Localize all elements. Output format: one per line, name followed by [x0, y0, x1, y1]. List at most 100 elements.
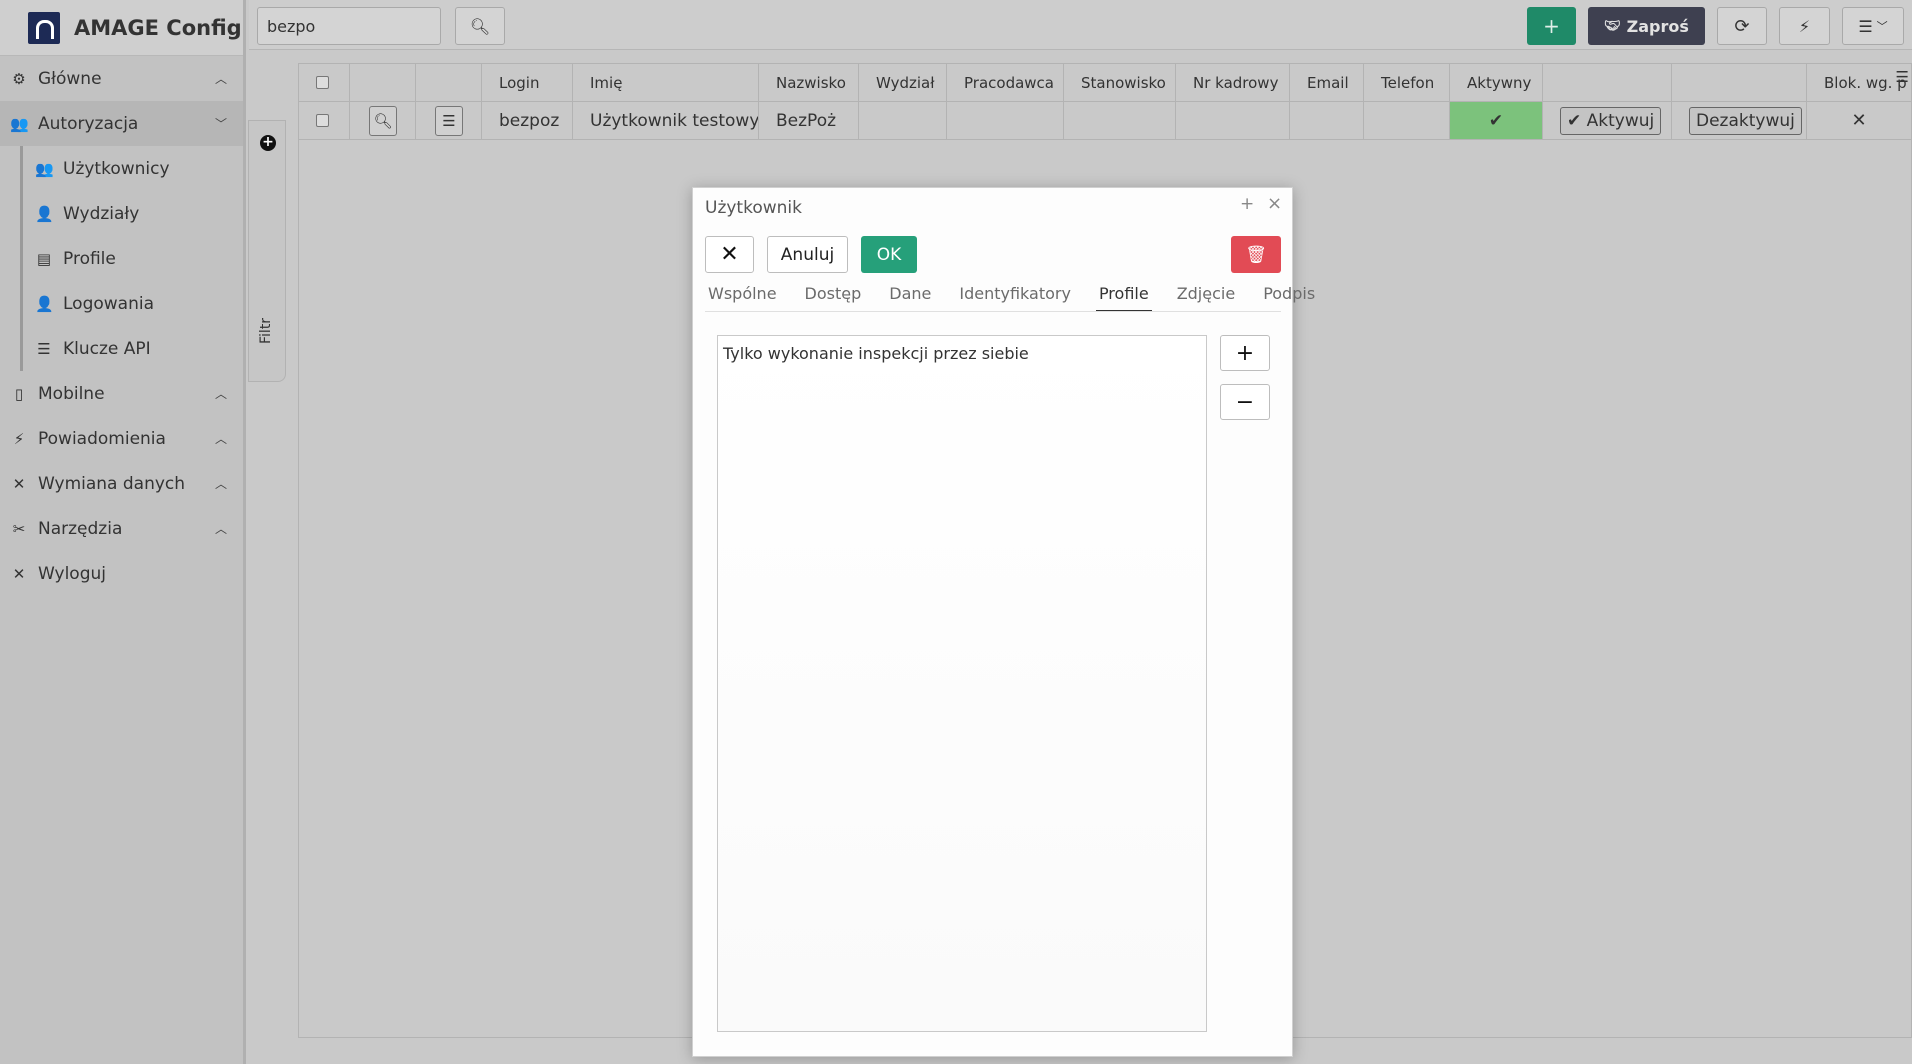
chevron-up-icon: ︿ [214, 477, 227, 491]
close-icon[interactable]: × [1267, 193, 1282, 214]
cell-aktywny: ✔ [1450, 102, 1543, 139]
header-view [350, 64, 416, 101]
maximize-icon[interactable]: + [1240, 194, 1254, 214]
sidebar-item-autoryzacja[interactable]: 👥 Autoryzacja ﹀ [0, 101, 243, 146]
remove-profile-button[interactable]: − [1220, 384, 1270, 420]
row-select-cell[interactable] [299, 102, 350, 139]
sidebar-item-label: Wyloguj [38, 563, 106, 584]
cell-nazwisko: BezPoż [759, 102, 859, 139]
mobile-icon: ▯ [14, 384, 24, 403]
tab-dane[interactable]: Dane [886, 284, 934, 312]
cancel-button[interactable]: Anuluj [767, 236, 848, 273]
cell-activate: ✔ Aktywuj [1543, 102, 1672, 139]
dialog-title: Użytkownik [705, 198, 802, 218]
header-aktywny[interactable]: Aktywny [1450, 64, 1543, 101]
delete-button[interactable]: 🗑︎ [1231, 236, 1281, 273]
hamburger-icon: ☰ [442, 111, 456, 130]
activate-button[interactable]: ✔ Aktywuj [1560, 106, 1662, 135]
gear-icon: ⚙ [12, 69, 26, 88]
id-card-icon: ▤ [36, 249, 52, 268]
list-item[interactable]: Tylko wykonanie inspekcji przez siebie [718, 336, 1206, 371]
toolbar: 🔍︎ + 🤝︎ Zaproś ⟳ ⚡︎ ☰ ﹀ [249, 0, 1912, 50]
tab-zdjecie[interactable]: Zdjęcie [1174, 284, 1239, 312]
sidebar-item-label: Powiadomienia [38, 428, 166, 449]
sidebar-item-mobilne[interactable]: ▯ Mobilne ︿ [0, 371, 243, 416]
grid-header-row: Login Imię Nazwisko Wydział Pracodawca S… [299, 64, 1911, 102]
refresh-button[interactable]: ⟳ [1717, 7, 1767, 45]
dialog-tabs: Wspólne Dostęp Dane Identyfikatory Profi… [705, 284, 1340, 312]
sidebar-item-label: Użytkownicy [63, 158, 170, 179]
sidebar-item-label: Autoryzacja [38, 113, 139, 134]
tab-identyfikatory[interactable]: Identyfikatory [956, 284, 1074, 312]
sidebar-item-narzedzia[interactable]: ✂ Narzędzia ︿ [0, 506, 243, 551]
sidebar-item-label: Logowania [63, 293, 155, 314]
sidebar-item-wymiana-danych[interactable]: ✕ Wymiana danych ︿ [0, 461, 243, 506]
filter-label[interactable]: Filtr [258, 318, 274, 344]
refresh-icon: ⟳ [1734, 15, 1750, 37]
header-deactivate [1672, 64, 1807, 101]
tab-dostep[interactable]: Dostęp [802, 284, 865, 312]
cell-deactivate: Dezaktywuj [1672, 102, 1807, 139]
invite-button[interactable]: 🤝︎ Zaproś [1588, 7, 1705, 45]
cell-login: bezpoz [482, 102, 573, 139]
bolt-icon: ⚡ [13, 429, 25, 448]
search-button[interactable]: 🔍︎ [455, 7, 505, 45]
header-login[interactable]: Login [482, 64, 573, 101]
activate-label: Aktywuj [1586, 110, 1655, 131]
add-button[interactable]: + [1527, 7, 1576, 45]
row-menu-button[interactable]: ☰ [435, 105, 463, 136]
user-dialog: Użytkownik + × ✕ Anuluj OK 🗑︎ Wspólne Do… [692, 187, 1315, 1057]
view-row-button[interactable]: 🔍︎ [369, 105, 397, 136]
header-nazwisko[interactable]: Nazwisko [759, 64, 859, 101]
deactivate-button[interactable]: Dezaktywuj [1689, 106, 1802, 135]
header-pracodawca[interactable]: Pracodawca [947, 64, 1064, 101]
header-wydzial[interactable]: Wydział [859, 64, 947, 101]
sidebar-item-uzytkownicy[interactable]: 👥 Użytkownicy [23, 146, 243, 191]
row-view-cell: 🔍︎ [350, 102, 416, 139]
header-telefon[interactable]: Telefon [1364, 64, 1450, 101]
chevron-up-icon: ︿ [214, 522, 227, 536]
tab-profile[interactable]: Profile [1095, 284, 1152, 312]
table-row[interactable]: 🔍︎ ☰ bezpoz Użytkownik testowy BezPoż ✔ … [299, 102, 1911, 140]
main-menu-button[interactable]: ☰ ﹀ [1842, 7, 1904, 45]
sidebar-item-label: Wymiana danych [38, 473, 186, 494]
search-input[interactable] [257, 7, 441, 45]
user-icon: 👤 [35, 294, 54, 313]
brand[interactable]: AMAGE Config [0, 0, 243, 56]
sidebar: AMAGE Config ⚙ Główne ︿ 👥 Autoryzacja ﹀ … [0, 0, 246, 1064]
close-button[interactable]: ✕ [705, 236, 754, 273]
add-filter-icon[interactable]: + [260, 135, 276, 151]
tab-wspolne[interactable]: Wspólne [705, 284, 780, 312]
cell-pracodawca [947, 102, 1064, 139]
select-all-cell[interactable] [299, 64, 350, 101]
sidebar-item-logowania[interactable]: 👤 Logowania [23, 281, 243, 326]
bolt-icon: ⚡︎ [1798, 16, 1811, 36]
sidebar-item-wyloguj[interactable]: ✕ Wyloguj [0, 551, 243, 596]
sidebar-item-label: Wydziały [63, 203, 140, 224]
sidebar-item-glowne[interactable]: ⚙ Główne ︿ [0, 56, 243, 101]
search-icon: 🔍︎ [373, 111, 393, 130]
sidebar-item-powiadomienia[interactable]: ⚡ Powiadomienia ︿ [0, 416, 243, 461]
column-menu-icon[interactable]: ☰ [1896, 68, 1909, 86]
header-stanowisko[interactable]: Stanowisko [1064, 64, 1176, 101]
header-imie[interactable]: Imię [573, 64, 759, 101]
sidebar-item-wydzialy[interactable]: 👤 Wydziały [23, 191, 243, 236]
sidebar-item-profile[interactable]: ▤ Profile [23, 236, 243, 281]
tab-podpis[interactable]: Podpis [1260, 284, 1318, 312]
list-icon: ☰ [37, 339, 51, 358]
sidebar-item-klucze-api[interactable]: ☰ Klucze API [23, 326, 243, 371]
profiles-list[interactable]: Tylko wykonanie inspekcji przez siebie [717, 335, 1207, 1032]
search-icon: 🔍︎ [469, 16, 491, 36]
header-activate [1543, 64, 1672, 101]
users-icon: 👥 [10, 114, 29, 133]
header-email[interactable]: Email [1290, 64, 1364, 101]
cell-nr-kadrowy [1176, 102, 1290, 139]
actions-button[interactable]: ⚡︎ [1779, 7, 1830, 45]
header-nr-kadrowy[interactable]: Nr kadrowy [1176, 64, 1290, 101]
ok-button[interactable]: OK [861, 236, 917, 273]
add-profile-button[interactable]: + [1220, 335, 1270, 371]
cell-blok: ✕ [1851, 110, 1867, 131]
row-checkbox[interactable] [316, 114, 329, 127]
header-menu [416, 64, 482, 101]
select-all-checkbox[interactable] [316, 76, 329, 89]
